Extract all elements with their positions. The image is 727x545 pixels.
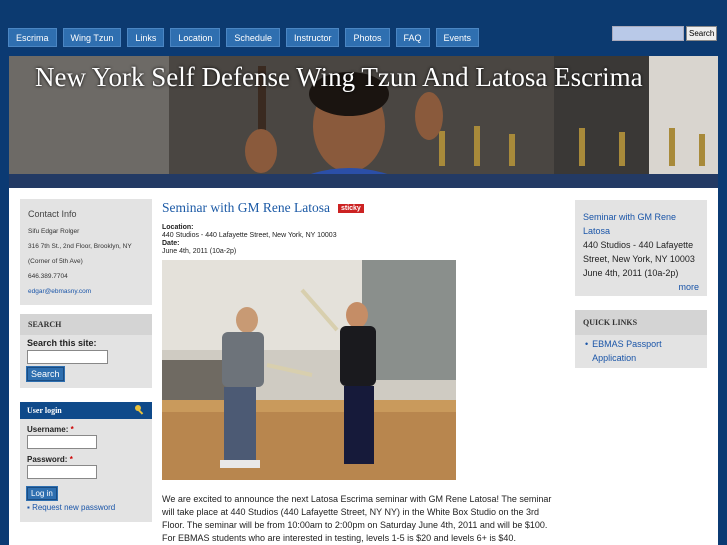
contact-heading: Contact Info (28, 209, 77, 219)
username-required-mark: * (70, 425, 74, 434)
password-input[interactable] (27, 465, 97, 479)
site-search-input[interactable] (27, 350, 108, 364)
nav-links[interactable]: Links (127, 28, 165, 47)
content-area: Contact Info Sifu Edgar Rolger 316 7th S… (9, 188, 718, 545)
request-password-link[interactable]: Request new password (32, 503, 115, 512)
header-search-input[interactable] (612, 26, 684, 41)
site-search-block: SEARCH Search this site: Search (20, 314, 152, 388)
username-input[interactable] (27, 435, 97, 449)
nav-schedule[interactable]: Schedule (226, 28, 280, 47)
nav-events[interactable]: Events (435, 28, 480, 47)
nav-instructor[interactable]: Instructor (285, 28, 340, 47)
search-label: Search this site: (27, 338, 97, 348)
location-value: 440 Studios - 440 Lafayette Street, New … (162, 232, 337, 239)
bullet-icon: • (585, 339, 589, 349)
user-login-block: User login Username: * Password: * Log i… (20, 402, 152, 522)
post-title[interactable]: Seminar with GM Rene Latosa (162, 200, 330, 216)
nav-photos[interactable]: Photos (345, 28, 390, 47)
main-navigation: Escrima Wing Tzun Links Location Schedul… (8, 28, 485, 47)
search-block-heading: SEARCH (20, 314, 152, 335)
login-heading-bar: User login (20, 402, 152, 419)
date-value: June 4th, 2011 (10a-2p) (162, 248, 237, 255)
date-label: Date: (162, 240, 180, 247)
nav-escrima[interactable]: Escrima (8, 28, 57, 47)
event-location: 440 Studios - 440 Lafayette Street, New … (583, 240, 695, 264)
nav-wing-tzun[interactable]: Wing Tzun (62, 28, 122, 47)
seminar-photo (162, 260, 456, 480)
sticky-badge: sticky (337, 203, 364, 213)
event-date: June 4th, 2011 (10a-2p) (583, 268, 679, 278)
login-heading: User login (27, 406, 62, 415)
header-banner: New York Self Defense Wing Tzun And Lato… (9, 56, 718, 188)
quick-links-heading: QUICK LINKS (575, 310, 707, 335)
contact-name: Sifu Edgar Rolger (28, 228, 80, 235)
post: Seminar with GM Rene Latosa sticky Locat… (162, 200, 562, 545)
contact-address: 316 7th St., 2nd Floor, Brooklyn, NY (28, 243, 132, 250)
quick-link-passport[interactable]: EBMAS Passport Application (592, 337, 699, 365)
header-search-button[interactable]: Search (686, 26, 718, 41)
bullet-icon: ▪ (27, 503, 30, 512)
password-label: Password: (27, 455, 68, 464)
event-more-link[interactable]: more (678, 282, 699, 292)
password-required-mark: * (69, 455, 73, 464)
contact-phone: 646.389.7704 (28, 273, 68, 280)
post-body: We are excited to announce the next Lato… (162, 494, 552, 543)
location-label: Location: (162, 224, 194, 231)
nav-location[interactable]: Location (170, 28, 221, 47)
event-title-link[interactable]: Seminar with GM Rene Latosa (583, 210, 699, 238)
upcoming-event-block: Seminar with GM Rene Latosa 440 Studios … (575, 200, 707, 296)
contact-email-link[interactable]: edgar@ebmasny.com (28, 288, 91, 295)
site-title: New York Self Defense Wing Tzun And Lato… (35, 62, 643, 92)
login-button[interactable]: Log in (26, 486, 58, 501)
quick-links-block: QUICK LINKS • EBMAS Passport Application (575, 310, 707, 368)
username-label: Username: (27, 425, 69, 434)
site-search-button[interactable]: Search (26, 366, 65, 382)
contact-info-block: Contact Info Sifu Edgar Rolger 316 7th S… (20, 199, 152, 305)
contact-address-note: (Corner of 5th Ave) (28, 258, 83, 265)
key-icon (135, 405, 144, 415)
nav-faq[interactable]: FAQ (395, 28, 430, 47)
